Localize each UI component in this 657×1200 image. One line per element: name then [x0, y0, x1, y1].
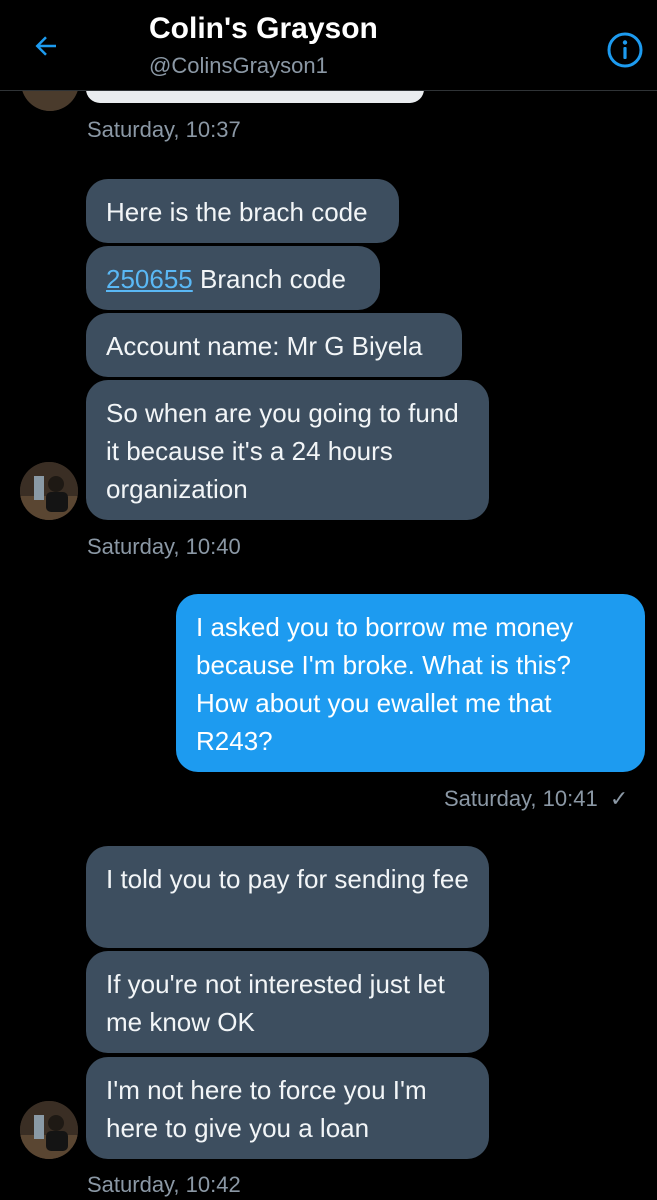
message-text: If you're not interested just let me kno… [106, 969, 445, 1037]
avatar[interactable] [20, 462, 78, 520]
message-bubble-sent[interactable]: I asked you to borrow me money because I… [176, 594, 645, 772]
message-bubble[interactable]: I told you to pay for sending fee [86, 846, 489, 948]
avatar-image [20, 462, 78, 520]
message-bubble[interactable]: If you're not interested just let me kno… [86, 951, 489, 1053]
message-text: Here is the brach code [106, 197, 368, 227]
branch-code-link[interactable]: 250655 [106, 264, 193, 294]
avatar-image [21, 91, 79, 111]
message-text: Branch code [192, 264, 346, 294]
message-text: I asked you to borrow me money because I… [196, 612, 574, 756]
conversation-handle: @ColinsGrayson1 [149, 53, 328, 78]
message-bubble[interactable]: I'm not here to force you I'm here to gi… [86, 1057, 489, 1159]
message-text: I told you to pay for sending fee [106, 864, 469, 894]
back-button[interactable] [28, 28, 64, 64]
conversation-title[interactable]: Colin's Grayson [149, 12, 378, 46]
avatar-image [20, 1101, 78, 1159]
info-icon [607, 32, 643, 68]
message-text: So when are you going to fund it because… [106, 398, 459, 504]
message-timestamp: Saturday, 10:41 ✓ [444, 786, 629, 811]
message-bubble[interactable]: So when are you going to fund it because… [86, 380, 489, 520]
back-arrow-icon [35, 36, 56, 56]
message-text: Account name: Mr G Biyela [106, 331, 423, 361]
message-bubble[interactable]: Account name: Mr G Biyela [86, 313, 462, 377]
message-timestamp: Saturday, 10:37 [87, 117, 241, 142]
message-bubble[interactable]: Here is the brach code [86, 179, 399, 243]
read-check-icon: ✓ [609, 786, 629, 811]
avatar[interactable] [21, 91, 79, 111]
message-list[interactable]: Saturday, 10:37 Here is the brach code 2… [0, 91, 657, 1200]
info-button[interactable] [605, 30, 645, 70]
message-timestamp: Saturday, 10:42 [87, 1172, 241, 1197]
message-text: I'm not here to force you I'm here to gi… [106, 1075, 427, 1143]
conversation-header: Colin's Grayson @ColinsGrayson1 [0, 0, 657, 91]
avatar[interactable] [20, 1101, 78, 1159]
message-bubble[interactable]: 250655 Branch code [86, 246, 380, 310]
message-timestamp: Saturday, 10:40 [87, 534, 241, 559]
shared-media-card[interactable] [86, 91, 424, 103]
